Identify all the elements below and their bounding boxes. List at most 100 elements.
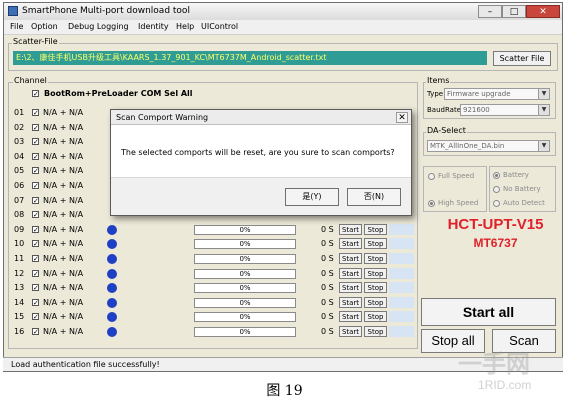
channel-index: 16 xyxy=(14,327,25,336)
progress-bar: 0% xyxy=(194,269,296,279)
start-button[interactable]: Start xyxy=(339,268,362,279)
da-group-label: DA-Select xyxy=(426,126,467,135)
stop-button[interactable]: Stop xyxy=(364,297,387,308)
channel-checkbox[interactable]: ✓ xyxy=(32,270,39,278)
type-value: Firmware upgrade xyxy=(447,90,511,98)
channel-port: N/A + N/A xyxy=(43,269,84,278)
auto-detect-label: Auto Detect xyxy=(503,199,545,207)
bootrom-label: BootRom+PreLoader COM Sel All xyxy=(44,89,193,98)
channel-port: N/A + N/A xyxy=(43,254,84,263)
channel-checkbox[interactable]: ✓ xyxy=(32,197,39,205)
channel-checkbox[interactable]: ✓ xyxy=(32,153,39,161)
channel-port: N/A + N/A xyxy=(43,327,84,336)
channel-index: 08 xyxy=(14,210,25,219)
full-speed-radio[interactable] xyxy=(428,173,435,180)
elapsed-time: 0 S xyxy=(321,254,334,263)
channel-checkbox[interactable]: ✓ xyxy=(32,226,39,234)
channel-index: 11 xyxy=(14,254,25,263)
channel-checkbox[interactable]: ✓ xyxy=(32,240,39,248)
channel-checkbox[interactable]: ✓ xyxy=(32,313,39,321)
auto-detect-radio[interactable] xyxy=(493,200,500,207)
menu-option[interactable]: Option xyxy=(31,22,58,31)
stop-button[interactable]: Stop xyxy=(364,224,387,235)
channel-status-cell xyxy=(389,268,414,279)
type-select[interactable]: Firmware upgrade ▼ xyxy=(444,88,550,100)
dialog-yes-button[interactable]: 是(Y) xyxy=(285,188,339,206)
channel-status-cell xyxy=(389,253,414,264)
channel-index: 04 xyxy=(14,152,25,161)
status-dot xyxy=(107,298,117,308)
start-button[interactable]: Start xyxy=(339,224,362,235)
stop-button[interactable]: Stop xyxy=(364,253,387,264)
channel-index: 06 xyxy=(14,181,25,190)
start-button[interactable]: Start xyxy=(339,238,362,249)
channel-checkbox[interactable]: ✓ xyxy=(32,211,39,219)
channel-index: 13 xyxy=(14,283,25,292)
battery-radio[interactable] xyxy=(493,172,500,179)
channel-port: N/A + N/A xyxy=(43,298,84,307)
figure-caption: 图 19 xyxy=(266,383,303,399)
stop-button[interactable]: Stop xyxy=(364,282,387,293)
no-battery-radio[interactable] xyxy=(493,186,500,193)
channel-index: 01 xyxy=(14,108,25,117)
stop-button[interactable]: Stop xyxy=(364,326,387,337)
scatter-file-button[interactable]: Scatter File xyxy=(493,51,551,66)
start-button[interactable]: Start xyxy=(339,326,362,337)
stop-button[interactable]: Stop xyxy=(364,311,387,322)
baud-select[interactable]: 921600 ▼ xyxy=(460,104,550,116)
channel-checkbox[interactable]: ✓ xyxy=(32,328,39,336)
scatter-path-field[interactable]: E:\2、康佳手机USB升级工具\KAARS_1.37_901_KC\MT673… xyxy=(13,51,487,65)
start-button[interactable]: Start xyxy=(339,297,362,308)
channel-checkbox[interactable]: ✓ xyxy=(32,284,39,292)
channel-checkbox[interactable]: ✓ xyxy=(32,299,39,307)
elapsed-time: 0 S xyxy=(321,225,334,234)
title-bar: SmartPhone Multi-port download tool – □ … xyxy=(4,3,562,21)
channel-checkbox[interactable]: ✓ xyxy=(32,167,39,175)
menu-help[interactable]: Help xyxy=(176,22,194,31)
channel-port: N/A + N/A xyxy=(43,283,84,292)
progress-bar: 0% xyxy=(194,327,296,337)
close-button[interactable]: ✕ xyxy=(526,5,560,18)
channel-checkbox[interactable]: ✓ xyxy=(32,109,39,117)
channel-index: 03 xyxy=(14,137,25,146)
start-all-button[interactable]: Start all xyxy=(421,298,556,326)
bootrom-checkbox[interactable]: ✓ xyxy=(32,90,39,98)
da-select[interactable]: MTK_AllInOne_DA.bin ▼ xyxy=(427,140,550,152)
menu-debug-logging[interactable]: Debug Logging xyxy=(68,22,129,31)
channel-status-cell xyxy=(389,297,414,308)
channel-port: N/A + N/A xyxy=(43,181,84,190)
status-dot xyxy=(107,239,117,249)
scatter-group-label: Scatter-File xyxy=(12,37,59,46)
progress-bar: 0% xyxy=(194,283,296,293)
menu-identity[interactable]: Identity xyxy=(138,22,169,31)
minimize-button[interactable]: – xyxy=(478,5,502,18)
channel-port: N/A + N/A xyxy=(43,137,84,146)
menu-file[interactable]: File xyxy=(10,22,23,31)
progress-bar: 0% xyxy=(194,312,296,322)
dialog-close-icon[interactable]: ✕ xyxy=(396,112,408,123)
status-dot xyxy=(107,312,117,322)
elapsed-time: 0 S xyxy=(321,327,334,336)
start-button[interactable]: Start xyxy=(339,311,362,322)
channel-checkbox[interactable]: ✓ xyxy=(32,124,39,132)
maximize-button[interactable]: □ xyxy=(502,5,526,18)
channel-port: N/A + N/A xyxy=(43,166,84,175)
channel-index: 10 xyxy=(14,239,25,248)
menu-uicontrol[interactable]: UIControl xyxy=(201,22,238,31)
elapsed-time: 0 S xyxy=(321,298,334,307)
channel-index: 02 xyxy=(14,123,25,132)
channel-index: 15 xyxy=(14,312,25,321)
channel-checkbox[interactable]: ✓ xyxy=(32,255,39,263)
high-speed-radio[interactable] xyxy=(428,200,435,207)
stop-button[interactable]: Stop xyxy=(364,238,387,249)
channel-index: 07 xyxy=(14,196,25,205)
stop-button[interactable]: Stop xyxy=(364,268,387,279)
channel-checkbox[interactable]: ✓ xyxy=(32,182,39,190)
channel-status-cell xyxy=(389,326,414,337)
dialog-no-button[interactable]: 否(N) xyxy=(347,188,401,206)
start-button[interactable]: Start xyxy=(339,282,362,293)
scan-warning-dialog: Scan Comport Warning ✕ The selected comp… xyxy=(110,109,412,216)
channel-port: N/A + N/A xyxy=(43,108,84,117)
start-button[interactable]: Start xyxy=(339,253,362,264)
channel-checkbox[interactable]: ✓ xyxy=(32,138,39,146)
